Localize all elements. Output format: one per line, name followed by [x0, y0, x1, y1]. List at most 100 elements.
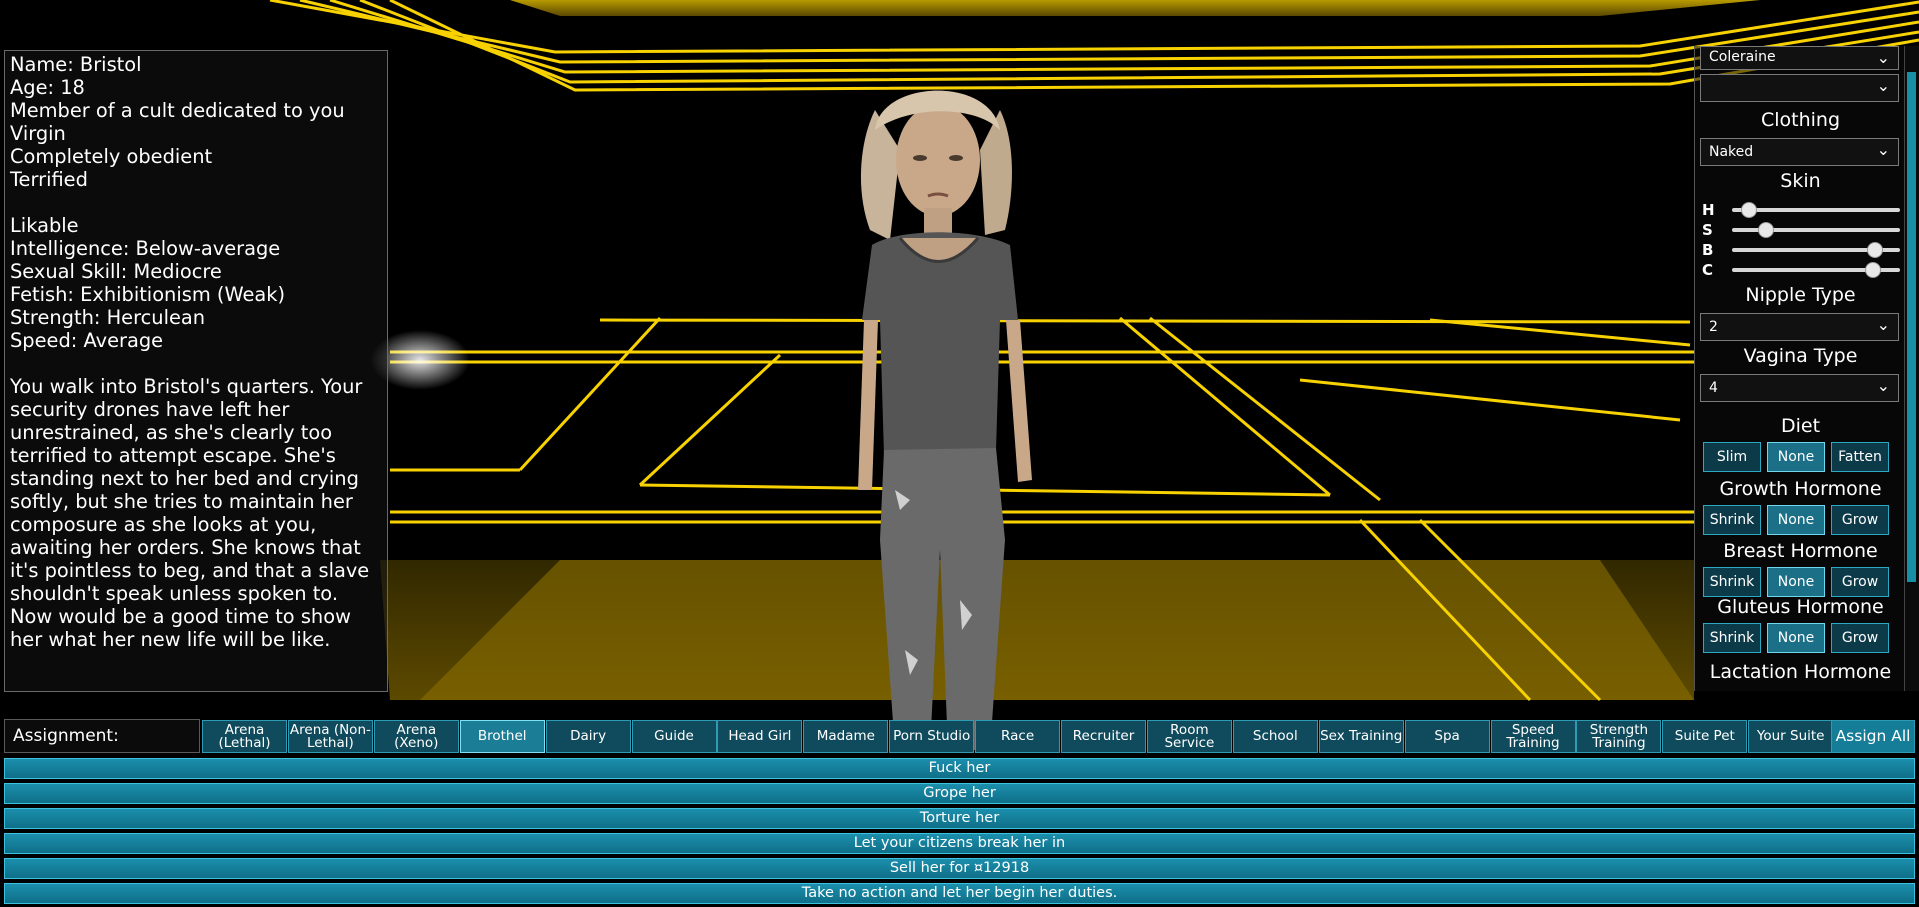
skin-slider-label: B: [1702, 241, 1714, 259]
assignment-bar: Assignment: Arena (Lethal) Arena (Non-Let…: [4, 719, 1915, 753]
info-age: Age: 18: [10, 76, 85, 99]
diet-title: Diet: [1780, 415, 1821, 437]
clothing-dropdown[interactable]: Naked ⌄: [1700, 138, 1899, 166]
info-origin: Member of a cult dedicated to you: [10, 99, 345, 122]
assignment-spa-button[interactable]: Spa: [1404, 720, 1490, 753]
skin-slider-label: S: [1702, 221, 1713, 239]
customization-panel: Coleraine ⌄ ⌄ Clothing Naked ⌄ Skin HSBC…: [1694, 46, 1905, 691]
slider-track[interactable]: [1732, 208, 1900, 212]
assignment-suite-pet-button[interactable]: Suite Pet: [1662, 720, 1748, 753]
breast-hormone-buttons: Shrink None Grow: [1703, 567, 1899, 597]
gluteus-grow-button[interactable]: Grow: [1831, 623, 1889, 653]
assignment-dairy-button[interactable]: Dairy: [545, 720, 631, 753]
assignment-arena-non-lethal-button[interactable]: Arena (Non-Lethal): [287, 720, 373, 753]
scrollbar-thumb[interactable]: [1907, 72, 1916, 582]
secondary-dropdown[interactable]: ⌄: [1700, 74, 1899, 102]
gluteus-hormone-title: Gluteus Hormone: [1717, 596, 1884, 618]
chevron-down-icon: ⌄: [1876, 376, 1890, 395]
assignment-your-suite-button[interactable]: Your Suite: [1748, 720, 1834, 753]
skin-title: Skin: [1780, 170, 1821, 192]
assignment-head-girl-button[interactable]: Head Girl: [717, 720, 803, 753]
growth-shrink-button[interactable]: Shrink: [1703, 505, 1761, 535]
chevron-down-icon: ⌄: [1876, 140, 1890, 159]
vagina-type-title: Vagina Type: [1743, 345, 1858, 367]
breast-grow-button[interactable]: Grow: [1831, 567, 1889, 597]
assignment-arena-xeno-button[interactable]: Arena (Xeno): [373, 720, 459, 753]
skin-slider-c[interactable]: C: [1700, 261, 1900, 279]
assignment-madame-button[interactable]: Madame: [803, 720, 889, 753]
diet-none-button[interactable]: None: [1767, 442, 1825, 472]
lactation-hormone-title: Lactation Hormone: [1709, 661, 1892, 683]
nipple-type-dropdown[interactable]: 2 ⌄: [1700, 313, 1899, 341]
skin-slider-label: H: [1702, 201, 1715, 219]
action-torture-button[interactable]: Torture her: [4, 808, 1915, 829]
gluteus-shrink-button[interactable]: Shrink: [1703, 623, 1761, 653]
nipple-type-title: Nipple Type: [1745, 284, 1856, 306]
info-likability: Likable: [10, 214, 79, 237]
clothing-value: Naked: [1709, 144, 1754, 160]
diet-buttons: Slim None Fatten: [1703, 442, 1899, 472]
diet-slim-button[interactable]: Slim: [1703, 442, 1761, 472]
chevron-down-icon: ⌄: [1876, 315, 1890, 334]
chevron-down-icon: ⌄: [1876, 76, 1890, 95]
ceiling-panel: [510, 0, 1760, 16]
assignment-strength-training-button[interactable]: Strength Training: [1576, 720, 1662, 753]
breast-shrink-button[interactable]: Shrink: [1703, 567, 1761, 597]
assignment-porn-studio-button[interactable]: Porn Studio: [889, 720, 975, 753]
info-sexual-skill: Sexual Skill: Mediocre: [10, 260, 222, 283]
growth-none-button[interactable]: None: [1767, 505, 1825, 535]
assignment-recruiter-button[interactable]: Recruiter: [1061, 720, 1146, 753]
skin-slider-s[interactable]: S: [1700, 221, 1900, 239]
breast-hormone-title: Breast Hormone: [1723, 540, 1878, 562]
info-gap: [10, 352, 382, 375]
assignment-room-service-button[interactable]: Room Service: [1146, 720, 1232, 753]
info-speed: Speed: Average: [10, 329, 164, 352]
location-dropdown[interactable]: Coleraine ⌄: [1700, 46, 1899, 70]
skin-slider-label: C: [1702, 261, 1714, 279]
character-model[interactable]: [800, 70, 1080, 750]
chevron-down-icon: ⌄: [1876, 48, 1890, 67]
skin-slider-b[interactable]: B: [1700, 241, 1900, 259]
skin-slider-h[interactable]: H: [1700, 201, 1900, 219]
slider-handle[interactable]: [1866, 242, 1883, 258]
action-sell-button[interactable]: Sell her for ¤12918: [4, 858, 1915, 879]
info-mood: Terrified: [10, 168, 88, 191]
slider-handle[interactable]: [1757, 222, 1774, 238]
gluteus-hormone-buttons: Shrink None Grow: [1703, 623, 1899, 653]
assignment-brothel-button[interactable]: Brothel: [459, 720, 545, 753]
action-grope-button[interactable]: Grope her: [4, 783, 1915, 804]
action-citizens-button[interactable]: Let your citizens break her in: [4, 833, 1915, 854]
assign-all-button[interactable]: Assign All: [1831, 720, 1915, 753]
assignment-label: Assignment:: [4, 719, 200, 753]
action-no-action-button[interactable]: Take no action and let her begin her dut…: [4, 883, 1915, 904]
assignment-arena-lethal-button[interactable]: Arena (Lethal): [202, 720, 287, 753]
diet-fatten-button[interactable]: Fatten: [1831, 442, 1889, 472]
growth-hormone-title: Growth Hormone: [1719, 478, 1882, 500]
breast-none-button[interactable]: None: [1767, 567, 1825, 597]
nipple-type-value: 2: [1709, 319, 1718, 335]
assignment-speed-training-button[interactable]: Speed Training: [1490, 720, 1576, 753]
info-intelligence: Intelligence: Below-average: [10, 237, 281, 260]
scene-description: You walk into Bristol's quarters. Your s…: [10, 375, 370, 651]
slave-info-panel: Name: Bristol Age: 18 Member of a cult d…: [4, 50, 388, 692]
action-fuck-button[interactable]: Fuck her: [4, 758, 1915, 779]
info-strength: Strength: Herculean: [10, 306, 206, 329]
clothing-title: Clothing: [1760, 109, 1841, 131]
assignment-guide-button[interactable]: Guide: [631, 720, 717, 753]
slider-handle[interactable]: [1740, 202, 1757, 218]
vagina-type-value: 4: [1709, 380, 1718, 396]
panel-scrollbar[interactable]: [1905, 46, 1919, 691]
gluteus-none-button[interactable]: None: [1767, 623, 1825, 653]
info-name: Name: Bristol: [10, 53, 142, 76]
assignment-school-button[interactable]: School: [1232, 720, 1318, 753]
info-fetish: Fetish: Exhibitionism (Weak): [10, 283, 286, 306]
growth-hormone-buttons: Shrink None Grow: [1703, 505, 1899, 535]
slider-handle[interactable]: [1865, 262, 1882, 278]
vagina-type-dropdown[interactable]: 4 ⌄: [1700, 374, 1899, 402]
assignment-race-button[interactable]: Race: [975, 720, 1061, 753]
info-gap: [10, 191, 382, 214]
growth-grow-button[interactable]: Grow: [1831, 505, 1889, 535]
info-virginity: Virgin: [10, 122, 66, 145]
info-obedience: Completely obedient: [10, 145, 213, 168]
assignment-sex-training-button[interactable]: Sex Training: [1318, 720, 1404, 753]
